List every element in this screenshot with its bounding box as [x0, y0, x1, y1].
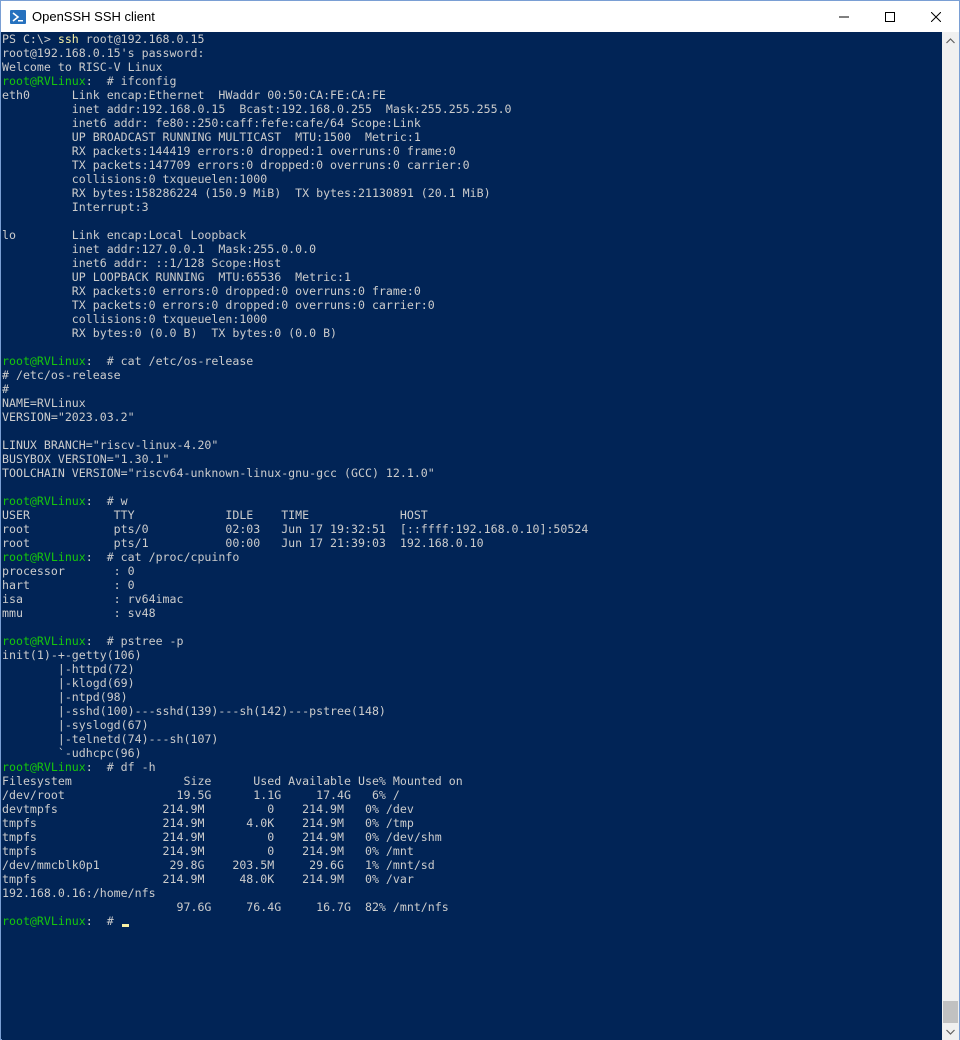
- terminal-line: PS C:\> ssh root@192.168.0.15: [2, 32, 205, 46]
- vertical-scrollbar[interactable]: [942, 32, 959, 1040]
- text-cursor: [121, 924, 129, 927]
- shell-prompt-line: root@RVLinux: # df -h: [2, 760, 156, 774]
- terminal-line: # /etc/os-release: [2, 368, 121, 382]
- terminal-line: |-httpd(72): [2, 662, 135, 676]
- terminal-line: BUSYBOX VERSION="1.30.1": [2, 452, 170, 466]
- terminal-line: |-sshd(100)---sshd(139)---sh(142)---pstr…: [2, 704, 386, 718]
- terminal-line: tmpfs 214.9M 4.0K 214.9M 0% /tmp: [2, 816, 414, 830]
- title-bar[interactable]: OpenSSH SSH client: [1, 1, 959, 32]
- shell-prompt-line: root@RVLinux: # cat /proc/cpuinfo: [2, 550, 240, 564]
- terminal-line: collisions:0 txqueuelen:1000: [2, 172, 268, 186]
- shell-prompt-line: root@RVLinux: # ifconfig: [2, 74, 177, 88]
- terminal-line: RX packets:0 errors:0 dropped:0 overruns…: [2, 284, 421, 298]
- terminal-line: |-syslogd(67): [2, 718, 149, 732]
- terminal-line: |-telnetd(74)---sh(107): [2, 732, 219, 746]
- shell-prompt-line: root@RVLinux: # pstree -p: [2, 634, 184, 648]
- minimize-icon: [839, 16, 849, 17]
- chevron-up-icon: [946, 37, 955, 43]
- terminal-line: mmu : sv48: [2, 606, 156, 620]
- terminal-line: `-udhcpc(96): [2, 746, 142, 760]
- terminal-line: /dev/mmcblk0p1 29.8G 203.5M 29.6G 1% /mn…: [2, 858, 435, 872]
- terminal-line: /dev/root 19.5G 1.1G 17.4G 6% /: [2, 788, 400, 802]
- terminal-line: Interrupt:3: [2, 200, 149, 214]
- terminal-line: VERSION="2023.03.2": [2, 410, 135, 424]
- terminal-line: tmpfs 214.9M 0 214.9M 0% /mnt: [2, 844, 414, 858]
- chevron-down-icon: [946, 1029, 955, 1035]
- terminal-line: RX bytes:0 (0.0 B) TX bytes:0 (0.0 B): [2, 326, 338, 340]
- terminal-line: LINUX BRANCH="riscv-linux-4.20": [2, 438, 219, 452]
- terminal-line: NAME=RVLinux: [2, 396, 86, 410]
- ssh-client-window: OpenSSH SSH client PS C:\> ssh root@192.…: [0, 0, 960, 1040]
- maximize-icon: [885, 11, 895, 22]
- terminal-line: UP BROADCAST RUNNING MULTICAST MTU:1500 …: [2, 130, 421, 144]
- terminal-line: tmpfs 214.9M 48.0K 214.9M 0% /var: [2, 872, 414, 886]
- scroll-up-button[interactable]: [942, 32, 959, 49]
- terminal-line: 97.6G 76.4G 16.7G 82% /mnt/nfs: [2, 900, 449, 914]
- scroll-thumb[interactable]: [943, 1001, 958, 1023]
- terminal-line: TX packets:147709 errors:0 dropped:0 ove…: [2, 158, 470, 172]
- shell-prompt-line: root@RVLinux: # cat /etc/os-release: [2, 354, 254, 368]
- terminal-line: Welcome to RISC-V Linux: [2, 60, 163, 74]
- maximize-button[interactable]: [867, 1, 913, 32]
- terminal-output[interactable]: PS C:\> ssh root@192.168.0.15 root@192.16…: [2, 32, 942, 1040]
- shell-prompt-line[interactable]: root@RVLinux: #: [2, 914, 942, 928]
- terminal-line: USER TTY IDLE TIME HOST: [2, 508, 428, 522]
- terminal-line: root pts/1 00:00 Jun 17 21:39:03 192.168…: [2, 536, 484, 550]
- terminal-line: UP LOOPBACK RUNNING MTU:65536 Metric:1: [2, 270, 352, 284]
- terminal-line: inet addr:192.168.0.15 Bcast:192.168.0.2…: [2, 102, 512, 116]
- close-button[interactable]: [913, 1, 959, 32]
- powershell-icon: [10, 9, 26, 25]
- terminal-line: 192.168.0.16:/home/nfs: [2, 886, 156, 900]
- terminal-line: hart : 0: [2, 578, 135, 592]
- terminal-line: tmpfs 214.9M 0 214.9M 0% /dev/shm: [2, 830, 442, 844]
- terminal-line: lo Link encap:Local Loopback: [2, 228, 247, 242]
- terminal-line: processor : 0: [2, 564, 135, 578]
- terminal-line: |-klogd(69): [2, 676, 135, 690]
- shell-prompt-line: root@RVLinux: # w: [2, 494, 128, 508]
- terminal-line: TOOLCHAIN VERSION="riscv64-unknown-linux…: [2, 466, 435, 480]
- window-title: OpenSSH SSH client: [32, 9, 155, 24]
- terminal-line: init(1)-+-getty(106): [2, 648, 142, 662]
- terminal-line: devtmpfs 214.9M 0 214.9M 0% /dev: [2, 802, 414, 816]
- close-icon: [931, 11, 941, 22]
- terminal-line: RX packets:144419 errors:0 dropped:1 ove…: [2, 144, 456, 158]
- terminal-line: inet6 addr: ::1/128 Scope:Host: [2, 256, 282, 270]
- scroll-down-button[interactable]: [942, 1023, 959, 1040]
- minimize-button[interactable]: [821, 1, 867, 32]
- terminal-line: TX packets:0 errors:0 dropped:0 overruns…: [2, 298, 435, 312]
- terminal-line: inet addr:127.0.0.1 Mask:255.0.0.0: [2, 242, 317, 256]
- terminal-line: |-ntpd(98): [2, 690, 128, 704]
- terminal-line: RX bytes:158286224 (150.9 MiB) TX bytes:…: [2, 186, 491, 200]
- terminal-line: Filesystem Size Used Available Use% Moun…: [2, 774, 463, 788]
- terminal-line: root pts/0 02:03 Jun 17 19:32:51 [::ffff…: [2, 522, 589, 536]
- terminal-line: isa : rv64imac: [2, 592, 184, 606]
- terminal-line: collisions:0 txqueuelen:1000: [2, 312, 268, 326]
- terminal-line: #: [2, 382, 9, 396]
- terminal-line: root@192.168.0.15's password:: [2, 46, 205, 60]
- terminal-line: eth0 Link encap:Ethernet HWaddr 00:50:CA…: [2, 88, 386, 102]
- terminal-line: inet6 addr: fe80::250:caff:fefe:cafe/64 …: [2, 116, 421, 130]
